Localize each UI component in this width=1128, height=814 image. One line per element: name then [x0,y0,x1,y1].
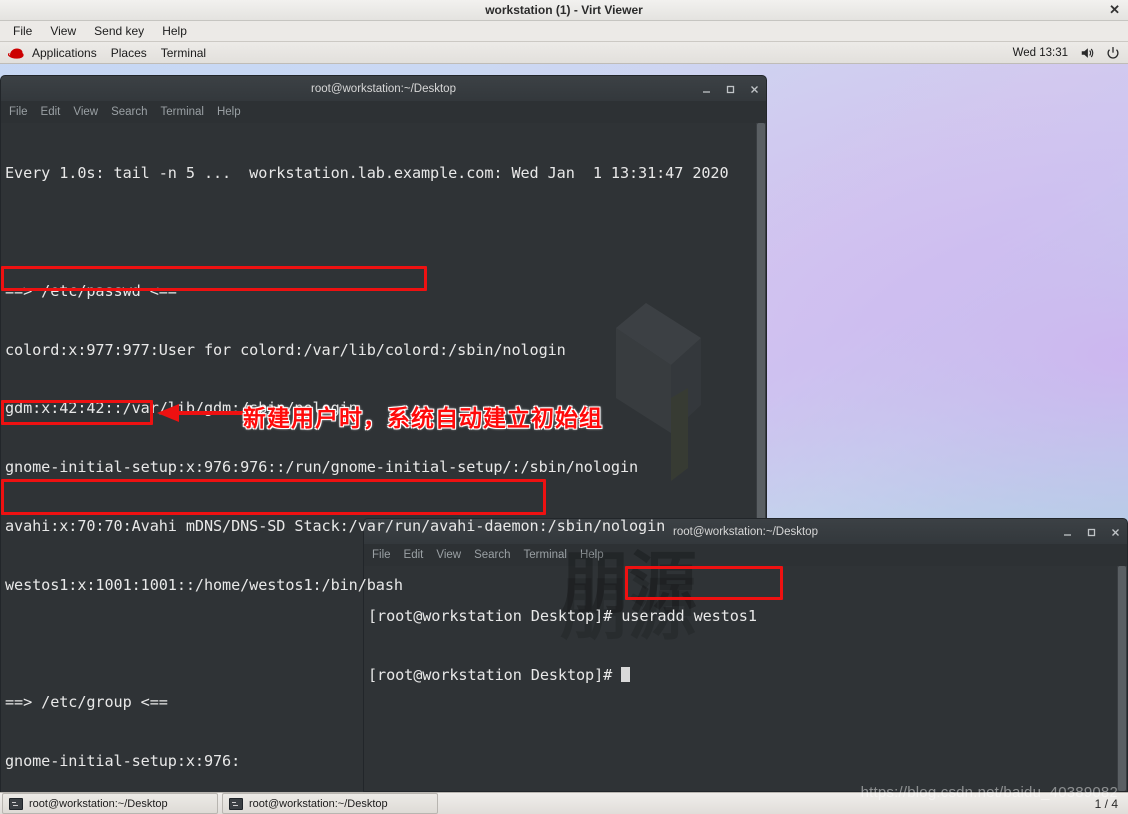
terminal-back-menu-search[interactable]: Search [111,106,147,118]
shell-command: useradd westos1 [621,607,757,626]
terminal-line: [root@workstation Desktop]# [368,666,1127,686]
screen-root: workstation (1) - Virt Viewer ✕ File Vie… [0,0,1128,814]
taskbar-item-label: root@workstation:~/Desktop [249,797,388,810]
close-icon[interactable]: ✕ [1109,0,1120,20]
terminal-cursor [621,666,631,682]
minimize-icon[interactable] [701,84,712,95]
workspace-pager[interactable]: 1 / 4 [1095,793,1128,814]
menu-file[interactable]: File [6,22,39,40]
redhat-logo-icon [8,46,24,59]
menu-help[interactable]: Help [155,22,194,40]
terminal-back-menu-terminal[interactable]: Terminal [161,106,204,118]
shell-prompt: [root@workstation Desktop]# [368,607,622,626]
terminal-back-menubar: File Edit View Search Terminal Help [0,101,767,123]
panel-places-menu[interactable]: Places [111,45,147,61]
menu-view[interactable]: View [43,22,83,40]
terminal-back-menu-view[interactable]: View [73,106,98,118]
maximize-icon[interactable] [1086,527,1097,538]
virt-viewer-menubar: File View Send key Help [0,21,1128,42]
terminal-line: colord:x:977:977:User for colord:/var/li… [5,340,566,359]
shell-prompt: [root@workstation Desktop]# [368,665,622,684]
taskbar-item-label: root@workstation:~/Desktop [29,797,168,810]
maximize-icon[interactable] [725,84,736,95]
panel-terminal-item[interactable]: Terminal [161,45,206,61]
terminal-line: gdm:x:42:42::/var/lib/gdm:/sbin/nologin [5,399,358,418]
volume-icon[interactable] [1080,46,1094,60]
virt-viewer-title: workstation (1) - Virt Viewer [485,3,643,17]
taskbar-item-terminal-2[interactable]: root@workstation:~/Desktop [222,793,438,814]
close-icon[interactable] [749,84,760,95]
minimize-icon[interactable] [1062,527,1073,538]
panel-clock[interactable]: Wed 13:31 [1013,47,1068,59]
terminal-line: gnome-initial-setup:x:976: [5,752,241,770]
terminal-line: [root@workstation Desktop]# useradd west… [368,607,1127,627]
window-list-taskbar: root@workstation:~/Desktop root@workstat… [0,792,1128,814]
terminal-back-menu-help[interactable]: Help [217,106,241,118]
virt-viewer-titlebar: workstation (1) - Virt Viewer ✕ [0,0,1128,21]
taskbar-item-terminal-1[interactable]: root@workstation:~/Desktop [2,793,218,814]
terminal-line: avahi:x:70:70:Avahi mDNS/DNS-SD Stack:/v… [5,516,666,535]
menu-send-key[interactable]: Send key [87,22,151,40]
panel-applications-menu[interactable]: Applications [32,45,97,61]
terminal-front-output: [root@workstation Desktop]# useradd west… [364,566,1127,725]
terminal-back-titlebar[interactable]: root@workstation:~/Desktop [0,75,767,101]
terminal-line: gnome-initial-setup:x:976:976::/run/gnom… [5,458,639,477]
close-icon[interactable] [1110,527,1121,538]
terminal-back-title: root@workstation:~/Desktop [311,83,456,95]
terminal-line: ==> /etc/passwd <== [5,281,177,300]
gnome-top-panel: Applications Places Terminal Wed 13:31 [0,42,1128,64]
terminal-back-menu-file[interactable]: File [9,106,28,118]
terminal-line: Every 1.0s: tail -n 5 ... workstation.la… [5,164,729,183]
terminal-icon [9,797,23,810]
terminal-back-menu-edit[interactable]: Edit [41,106,61,118]
power-icon[interactable] [1106,46,1120,60]
terminal-icon [229,797,243,810]
